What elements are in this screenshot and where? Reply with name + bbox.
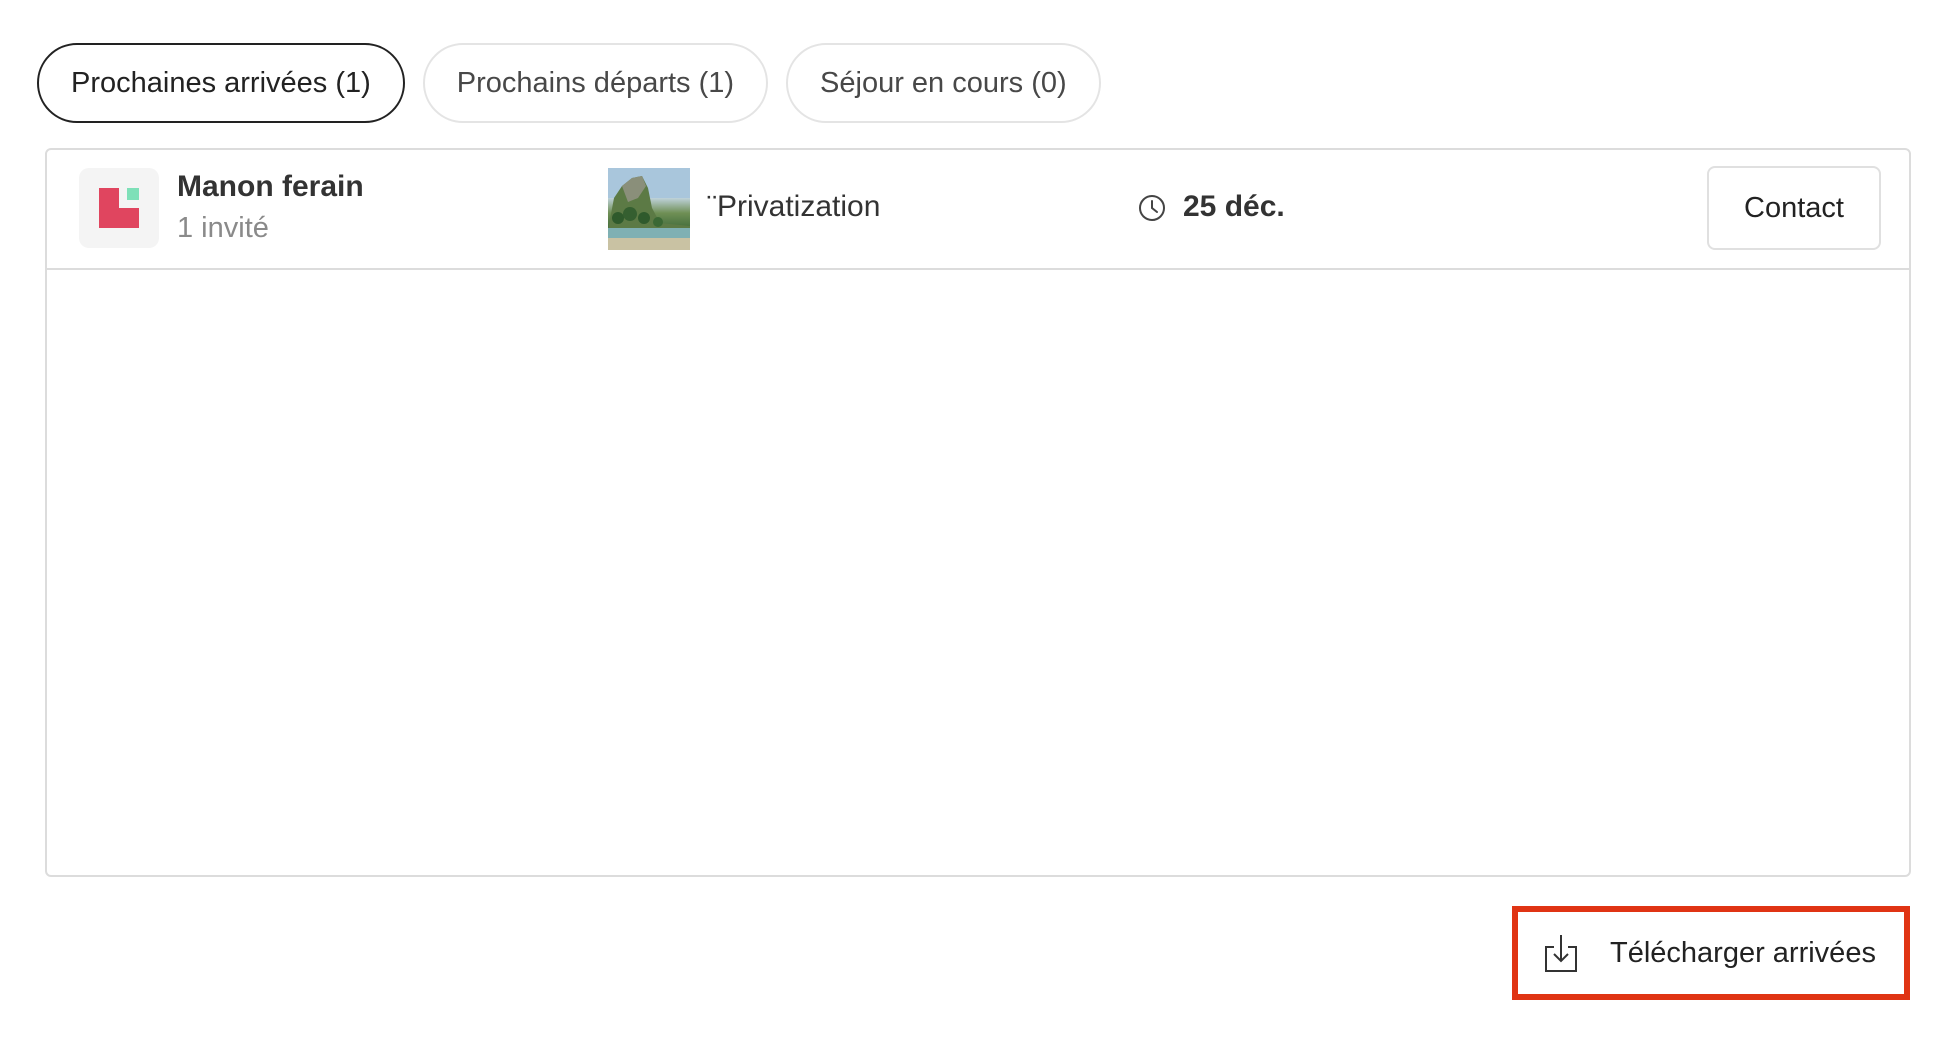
host-logo-icon xyxy=(79,168,159,248)
download-arrivals-button[interactable]: Télécharger arrivées xyxy=(1512,906,1910,1000)
guest-name: Manon ferain xyxy=(177,170,364,203)
listing-thumbnail xyxy=(608,168,690,250)
download-arrivals-label: Télécharger arrivées xyxy=(1610,936,1876,969)
reservation-tabs: Prochaines arrivées (1) Prochains départ… xyxy=(37,43,1101,123)
reservation-row[interactable]: Manon ferain 1 invité ¨Privatization 25 … xyxy=(47,150,1909,270)
clock-icon xyxy=(1139,195,1165,221)
download-icon xyxy=(1545,935,1577,972)
listing-name[interactable]: ¨Privatization xyxy=(707,190,880,224)
reservations-panel: Manon ferain 1 invité ¨Privatization 25 … xyxy=(45,148,1911,877)
tab-upcoming-arrivals[interactable]: Prochaines arrivées (1) xyxy=(37,43,405,123)
contact-button[interactable]: Contact xyxy=(1707,166,1881,250)
tab-current-stays[interactable]: Séjour en cours (0) xyxy=(786,43,1101,123)
arrival-date: 25 déc. xyxy=(1183,190,1285,223)
tab-upcoming-departures[interactable]: Prochains départs (1) xyxy=(422,43,769,123)
guest-count: 1 invité xyxy=(177,212,269,244)
